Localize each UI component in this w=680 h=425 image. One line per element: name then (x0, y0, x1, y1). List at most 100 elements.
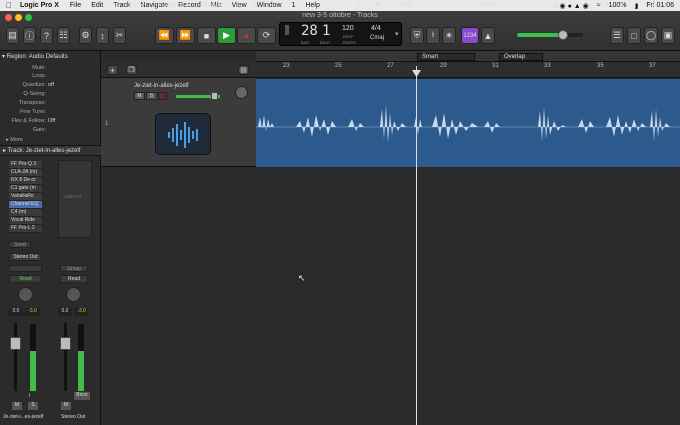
audio-fx-area[interactable] (58, 160, 92, 238)
inspector-button[interactable]: ⓘ (23, 27, 36, 44)
rewind-button[interactable]: ⏪ (155, 27, 174, 44)
count-in-button[interactable]: 1234 (461, 27, 479, 44)
mini-icon[interactable]: ● (620, 2, 624, 8)
cycle-button[interactable]: ⟳ (257, 27, 276, 44)
tool-add-icon[interactable]: ✚ (375, 2, 380, 9)
track-stack-button[interactable]: ❐ (126, 65, 137, 75)
catch-icon[interactable]: ↼ (271, 2, 276, 9)
edit-menu[interactable]: Edit ▾ (129, 2, 144, 9)
plugin-slot[interactable]: C1 gate (m (9, 185, 42, 193)
flex-icon[interactable]: ◫ (252, 2, 258, 9)
snap-select[interactable]: Smart (417, 53, 475, 61)
automation-icon[interactable]: ∽ (236, 2, 241, 9)
horizontal-zoom-icon[interactable]: ↔ (588, 2, 594, 8)
tuner-button[interactable]: ♮ (426, 27, 440, 44)
zoom-in-icon[interactable]: ▲ (650, 2, 656, 8)
input-monitor-button[interactable]: I (29, 393, 30, 399)
automation-read-left[interactable]: Read (9, 275, 42, 283)
track-name[interactable]: Je-ziet-in-alles-jezelf (134, 83, 189, 89)
master-volume-track[interactable] (517, 33, 583, 37)
vertical-zoom-icon[interactable]: ↕ (572, 2, 575, 8)
volume-fader-left[interactable] (10, 337, 21, 350)
mute-button-right[interactable]: M (61, 402, 71, 410)
metronome-button[interactable]: ▲ (481, 27, 495, 44)
automation-read-right[interactable]: Read (60, 275, 88, 283)
solo-button[interactable]: ∗ (442, 27, 456, 44)
plugin-slot-selected[interactable]: Channel EQ (9, 201, 42, 209)
mute-button-left[interactable]: M (12, 402, 22, 410)
bar-ruler[interactable] (256, 62, 680, 78)
track-record-enable-button[interactable] (158, 92, 167, 100)
plugin-slot[interactable]: FF Pro-L 2 (9, 225, 42, 233)
add-track-button[interactable]: + (107, 65, 118, 75)
inspector-row-flex[interactable]: Flex & Follow: Off (0, 118, 101, 127)
menu-1[interactable]: 1 (292, 2, 296, 9)
group-slot-left[interactable] (9, 265, 42, 272)
track-icon[interactable] (155, 113, 211, 155)
plugin-slot[interactable]: Vocal Ride (9, 217, 42, 225)
inspector-row-gain[interactable]: Gain: (0, 127, 101, 136)
pan-knob-left[interactable] (18, 287, 33, 302)
drag-select[interactable]: Overlap (499, 53, 543, 61)
bounce-button[interactable]: Bnce (74, 392, 90, 400)
plugin-slot[interactable]: RX 8 De-cr (9, 177, 42, 185)
inspector-row-qswing[interactable]: Q-Swing: (0, 91, 101, 100)
pointer-tool-icon[interactable]: ➤ (357, 2, 362, 9)
track-header[interactable]: ▸ Track: Je-ziet-in-alles-jezelf (3, 147, 80, 154)
menu-help[interactable]: Help (305, 2, 319, 9)
list-editors-button[interactable]: ☰ (610, 27, 624, 44)
plugin-slot[interactable]: CLA-2A (m) (9, 169, 42, 177)
global-tracks-button[interactable]: ▤ (238, 65, 249, 75)
play-button[interactable]: ▶ (217, 27, 236, 44)
stop-button[interactable]: ■ (197, 27, 216, 44)
menu-file[interactable]: File (70, 2, 81, 9)
track-pan-knob[interactable] (235, 86, 248, 99)
volume-fader-right[interactable] (60, 337, 71, 350)
lcd-dropdown-icon[interactable]: ▾ (395, 30, 399, 38)
lcd-signature[interactable]: 4/4 (371, 25, 381, 32)
menu-edit[interactable]: Edit (91, 2, 103, 9)
menu-window[interactable]: Window (257, 2, 282, 9)
lcd-display[interactable] (279, 22, 402, 46)
record-button[interactable]: ● (237, 27, 256, 44)
inspector-row-quantize[interactable]: Quantize: off (0, 82, 101, 91)
apple-icon[interactable]:  (6, 1, 12, 10)
volume-readout-left[interactable]: 0.0 (9, 308, 23, 316)
inspector-row-finetune[interactable]: Fine Tune: (0, 109, 101, 118)
lcd-tempo[interactable]: 120 (342, 25, 354, 32)
pan-knob-right[interactable] (66, 287, 81, 302)
inspector-row-transpose[interactable]: Transpose: (0, 100, 101, 109)
plugin-slot[interactable]: FF Pro-Q 3 (9, 161, 42, 169)
forward-button[interactable]: ⏩ (176, 27, 195, 44)
plugin-slot[interactable]: VahallaRo (9, 193, 42, 201)
zoom-slider-icon[interactable]: ▲ (605, 2, 611, 8)
mixer-button[interactable]: ↕ (96, 27, 109, 44)
track-volume-knob[interactable] (211, 92, 218, 100)
track-mute-button[interactable]: M (134, 92, 145, 100)
waveform-zoom-icon[interactable]: ◈ (553, 2, 558, 9)
replace-button[interactable]: ⛨ (410, 27, 424, 44)
wifi-icon[interactable]: ≈ (597, 2, 601, 9)
browser-button[interactable]: ▣ (661, 27, 675, 44)
view-menu[interactable]: View ▾ (204, 2, 222, 9)
library-button[interactable]: ▤ (6, 27, 19, 44)
send-slot[interactable]: Send (9, 241, 31, 248)
toolbar-button[interactable]: ☷ (57, 27, 70, 44)
smart-controls-button[interactable]: ⚙ (79, 27, 92, 44)
notepad-button[interactable]: □ (627, 27, 641, 44)
peak-readout-right[interactable]: -3.0 (74, 308, 89, 316)
output-slot[interactable]: Stereo Out (9, 253, 42, 261)
app-menu[interactable]: Logic Pro X (20, 2, 59, 9)
editors-button[interactable]: ✂ (113, 27, 126, 44)
peak-readout-left[interactable]: -3.0 (25, 308, 40, 316)
functions-menu[interactable]: Functions ▾ (158, 2, 189, 9)
more-toggle[interactable]: ▸ More (6, 137, 23, 143)
inspector-row-loop[interactable]: Loop: (0, 73, 101, 82)
plugin-slot[interactable]: C4 (m) (9, 209, 42, 217)
audio-region[interactable] (256, 79, 680, 167)
group-slot-right[interactable]: Group (60, 265, 88, 272)
volume-readout-right[interactable]: 0.0 (58, 308, 72, 316)
master-volume-knob[interactable] (558, 30, 568, 40)
back-icon[interactable]: ⮱ (112, 2, 117, 9)
quick-help-button[interactable]: ? (40, 27, 53, 44)
